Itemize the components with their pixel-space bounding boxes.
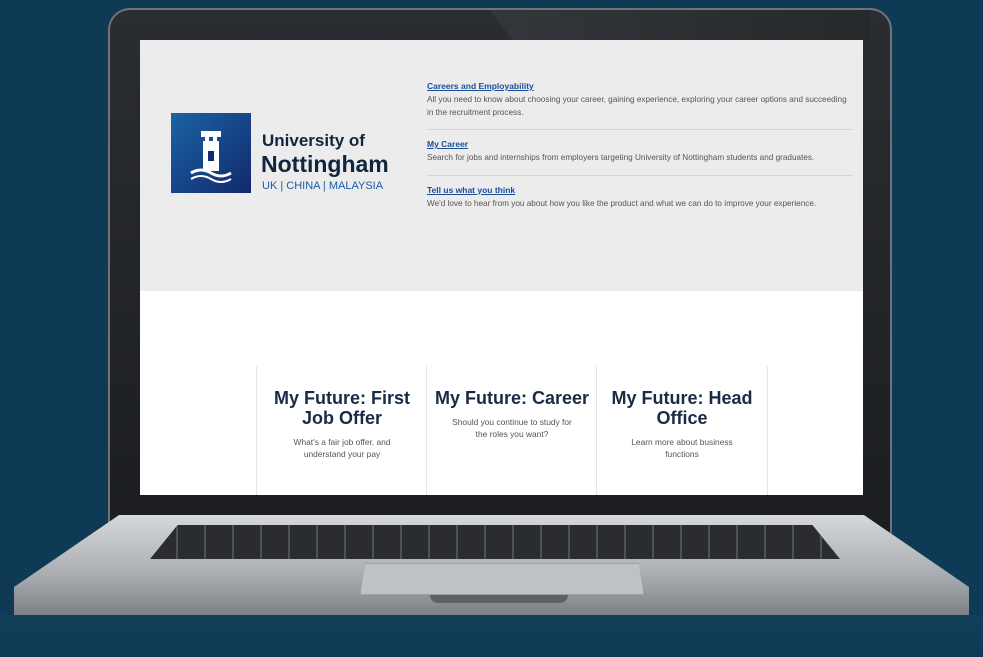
card-title: My Future: Head Office	[611, 388, 753, 428]
feedback-link[interactable]: Tell us what you think	[427, 185, 853, 195]
links-section: University of Nottingham UK | CHINA | MA…	[140, 40, 863, 291]
card-head-office[interactable]: My Future: Head Office Learn more about …	[596, 366, 768, 495]
card-title: My Future: First Job Offer	[273, 388, 410, 428]
brand-campuses: UK | CHINA | MALAYSIA	[262, 180, 384, 192]
trackpad	[360, 563, 644, 595]
link-item-feedback: Tell us what you think We'd love to hear…	[427, 185, 853, 221]
card-career[interactable]: My Future: Career Should you continue to…	[426, 366, 597, 495]
card-description: What's a fair job offer, and understand …	[293, 437, 391, 459]
brand-line-2: Nottingham	[261, 151, 389, 177]
laptop-notch	[430, 595, 568, 603]
university-crest-icon	[171, 113, 251, 193]
brand-line-1: University of	[262, 131, 365, 150]
link-description: All you need to know about choosing your…	[427, 95, 847, 117]
keyboard	[150, 525, 840, 559]
link-description: We'd love to hear from you about how you…	[427, 198, 817, 208]
reflection-floor	[0, 615, 983, 657]
laptop-screen: University of Nottingham UK | CHINA | MA…	[140, 40, 863, 495]
resource-links: Careers and Employability All you need t…	[427, 81, 853, 229]
card-first-job-offer[interactable]: My Future: First Job Offer What's a fair…	[256, 366, 427, 495]
university-logo[interactable]: University of Nottingham UK | CHINA | MA…	[171, 113, 401, 195]
card-description: Learn more about business functions	[631, 437, 733, 459]
card-description: Should you continue to study for the rol…	[452, 417, 572, 439]
careers-employability-link[interactable]: Careers and Employability	[427, 81, 853, 91]
card-title: My Future: Career	[434, 388, 590, 408]
link-item-my-career: My Career Search for jobs and internship…	[427, 139, 853, 176]
screen-glare	[490, 10, 870, 40]
link-item-careers: Careers and Employability All you need t…	[427, 81, 853, 130]
link-description: Search for jobs and internships from emp…	[427, 153, 815, 162]
my-career-link[interactable]: My Career	[427, 139, 853, 149]
